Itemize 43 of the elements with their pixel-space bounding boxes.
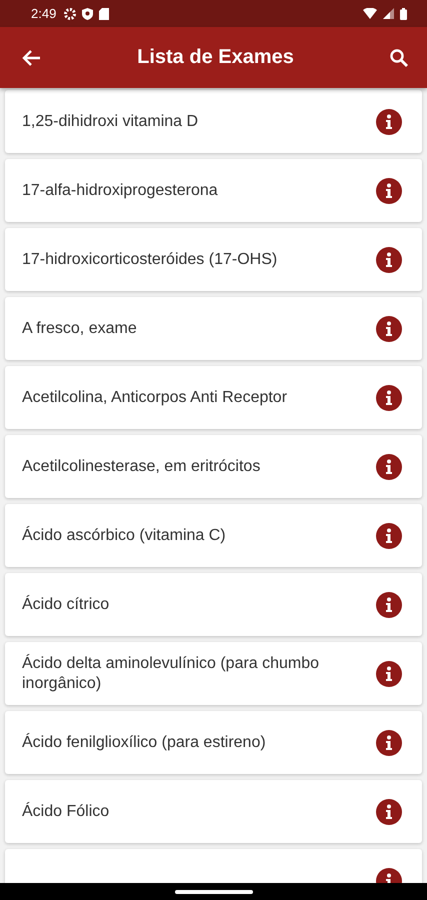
exam-card[interactable]: Ácido delta aminolevulínico (para chumbo inorgânico) [5, 642, 422, 705]
shield-icon [82, 8, 94, 20]
exam-card[interactable]: Acetilcolinesterase, em eritrócitos [5, 435, 422, 498]
screen-title: Lista de Exames [136, 46, 295, 69]
exam-card[interactable]: 17-alfa-hidroxiprogesterona [5, 159, 422, 222]
exam-card[interactable]: 17-hidroxicorticosteróides (17-OHS) [5, 228, 422, 291]
exam-card[interactable]: A fresco, exame [5, 297, 422, 360]
info-icon[interactable] [376, 246, 402, 272]
info-icon[interactable] [376, 730, 402, 756]
info-icon[interactable] [376, 522, 402, 548]
exam-name: Acetilcolinesterase, em eritrócitos [22, 456, 262, 476]
info-icon[interactable] [376, 316, 402, 342]
wifi-icon [363, 8, 377, 19]
back-arrow-icon [22, 48, 42, 68]
battery-icon [400, 8, 407, 20]
info-icon[interactable] [376, 178, 402, 204]
exam-name: Ácido ascórbico (vitamina C) [22, 526, 227, 546]
info-icon[interactable] [376, 384, 402, 410]
info-icon[interactable] [376, 660, 402, 686]
exam-card[interactable]: 1,25-dihidroxi vitamina D [5, 90, 422, 153]
exam-name: Ácido fenilglioxílico (para estireno) [22, 732, 267, 752]
sd-card-icon [99, 8, 110, 20]
info-icon[interactable] [376, 454, 402, 480]
exam-name: 17-alfa-hidroxiprogesterona [22, 180, 219, 200]
info-icon[interactable] [376, 798, 402, 824]
exam-card[interactable]: Ácido Fólico [5, 780, 422, 843]
exam-name: Ácido cítrico [22, 594, 110, 614]
exam-name: Acetilcolina, Anticorpos Anti Receptor [22, 388, 288, 408]
info-icon[interactable] [376, 592, 402, 618]
exam-name: Ácido delta aminolevulínico (para chumbo inorgânico) [22, 654, 320, 694]
exam-card[interactable]: Ácido cítrico [5, 573, 422, 636]
exam-card[interactable]: Ácido fenilglioxílico (para estireno) [5, 711, 422, 774]
home-handle[interactable] [174, 890, 252, 894]
exam-name: Ácido Fólico [22, 802, 110, 822]
exam-name: 17-hidroxicorticosteróides (17-OHS) [22, 250, 278, 270]
search-icon [389, 48, 409, 68]
exam-name: 1,25-dihidroxi vitamina D [22, 112, 200, 132]
info-icon[interactable] [376, 108, 402, 134]
exam-name: A fresco, exame [22, 318, 138, 338]
signal-icon [383, 8, 394, 19]
exam-card[interactable]: Acetilcolina, Anticorpos Anti Receptor [5, 366, 422, 429]
exam-card[interactable]: Ácido ascórbico (vitamina C) [5, 504, 422, 567]
status-time: 2:49 [31, 6, 56, 21]
